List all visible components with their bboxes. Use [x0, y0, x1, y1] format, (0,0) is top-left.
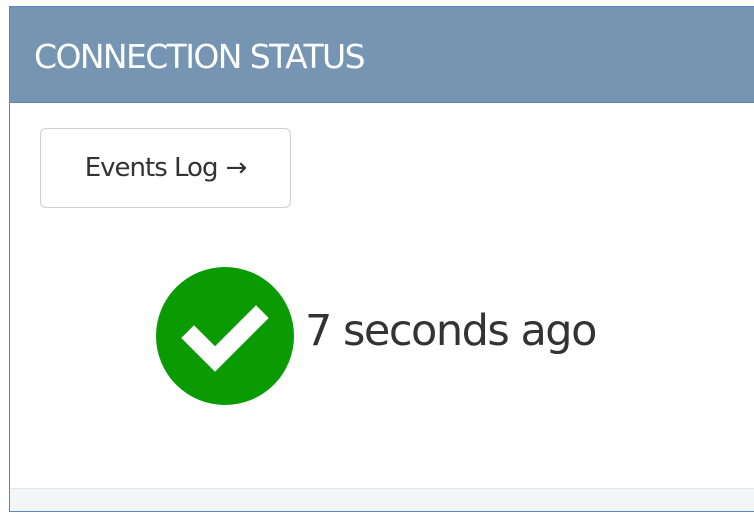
panel-footer [10, 488, 754, 511]
page-bottom-margin [0, 512, 754, 522]
connection-status-panel: CONNECTION STATUS Events Log → 7 seconds… [9, 6, 754, 512]
panel-title: CONNECTION STATUS [34, 37, 366, 76]
check-circle-icon [156, 267, 294, 405]
panel-header: CONNECTION STATUS [10, 7, 754, 103]
last-seen-text: 7 seconds ago [305, 306, 597, 356]
page-frame: CONNECTION STATUS Events Log → 7 seconds… [0, 0, 754, 522]
connection-status-row: 7 seconds ago [156, 267, 597, 405]
events-log-button[interactable]: Events Log → [40, 128, 291, 208]
arrow-right-icon: → [225, 153, 247, 183]
events-log-label: Events Log [84, 153, 219, 183]
